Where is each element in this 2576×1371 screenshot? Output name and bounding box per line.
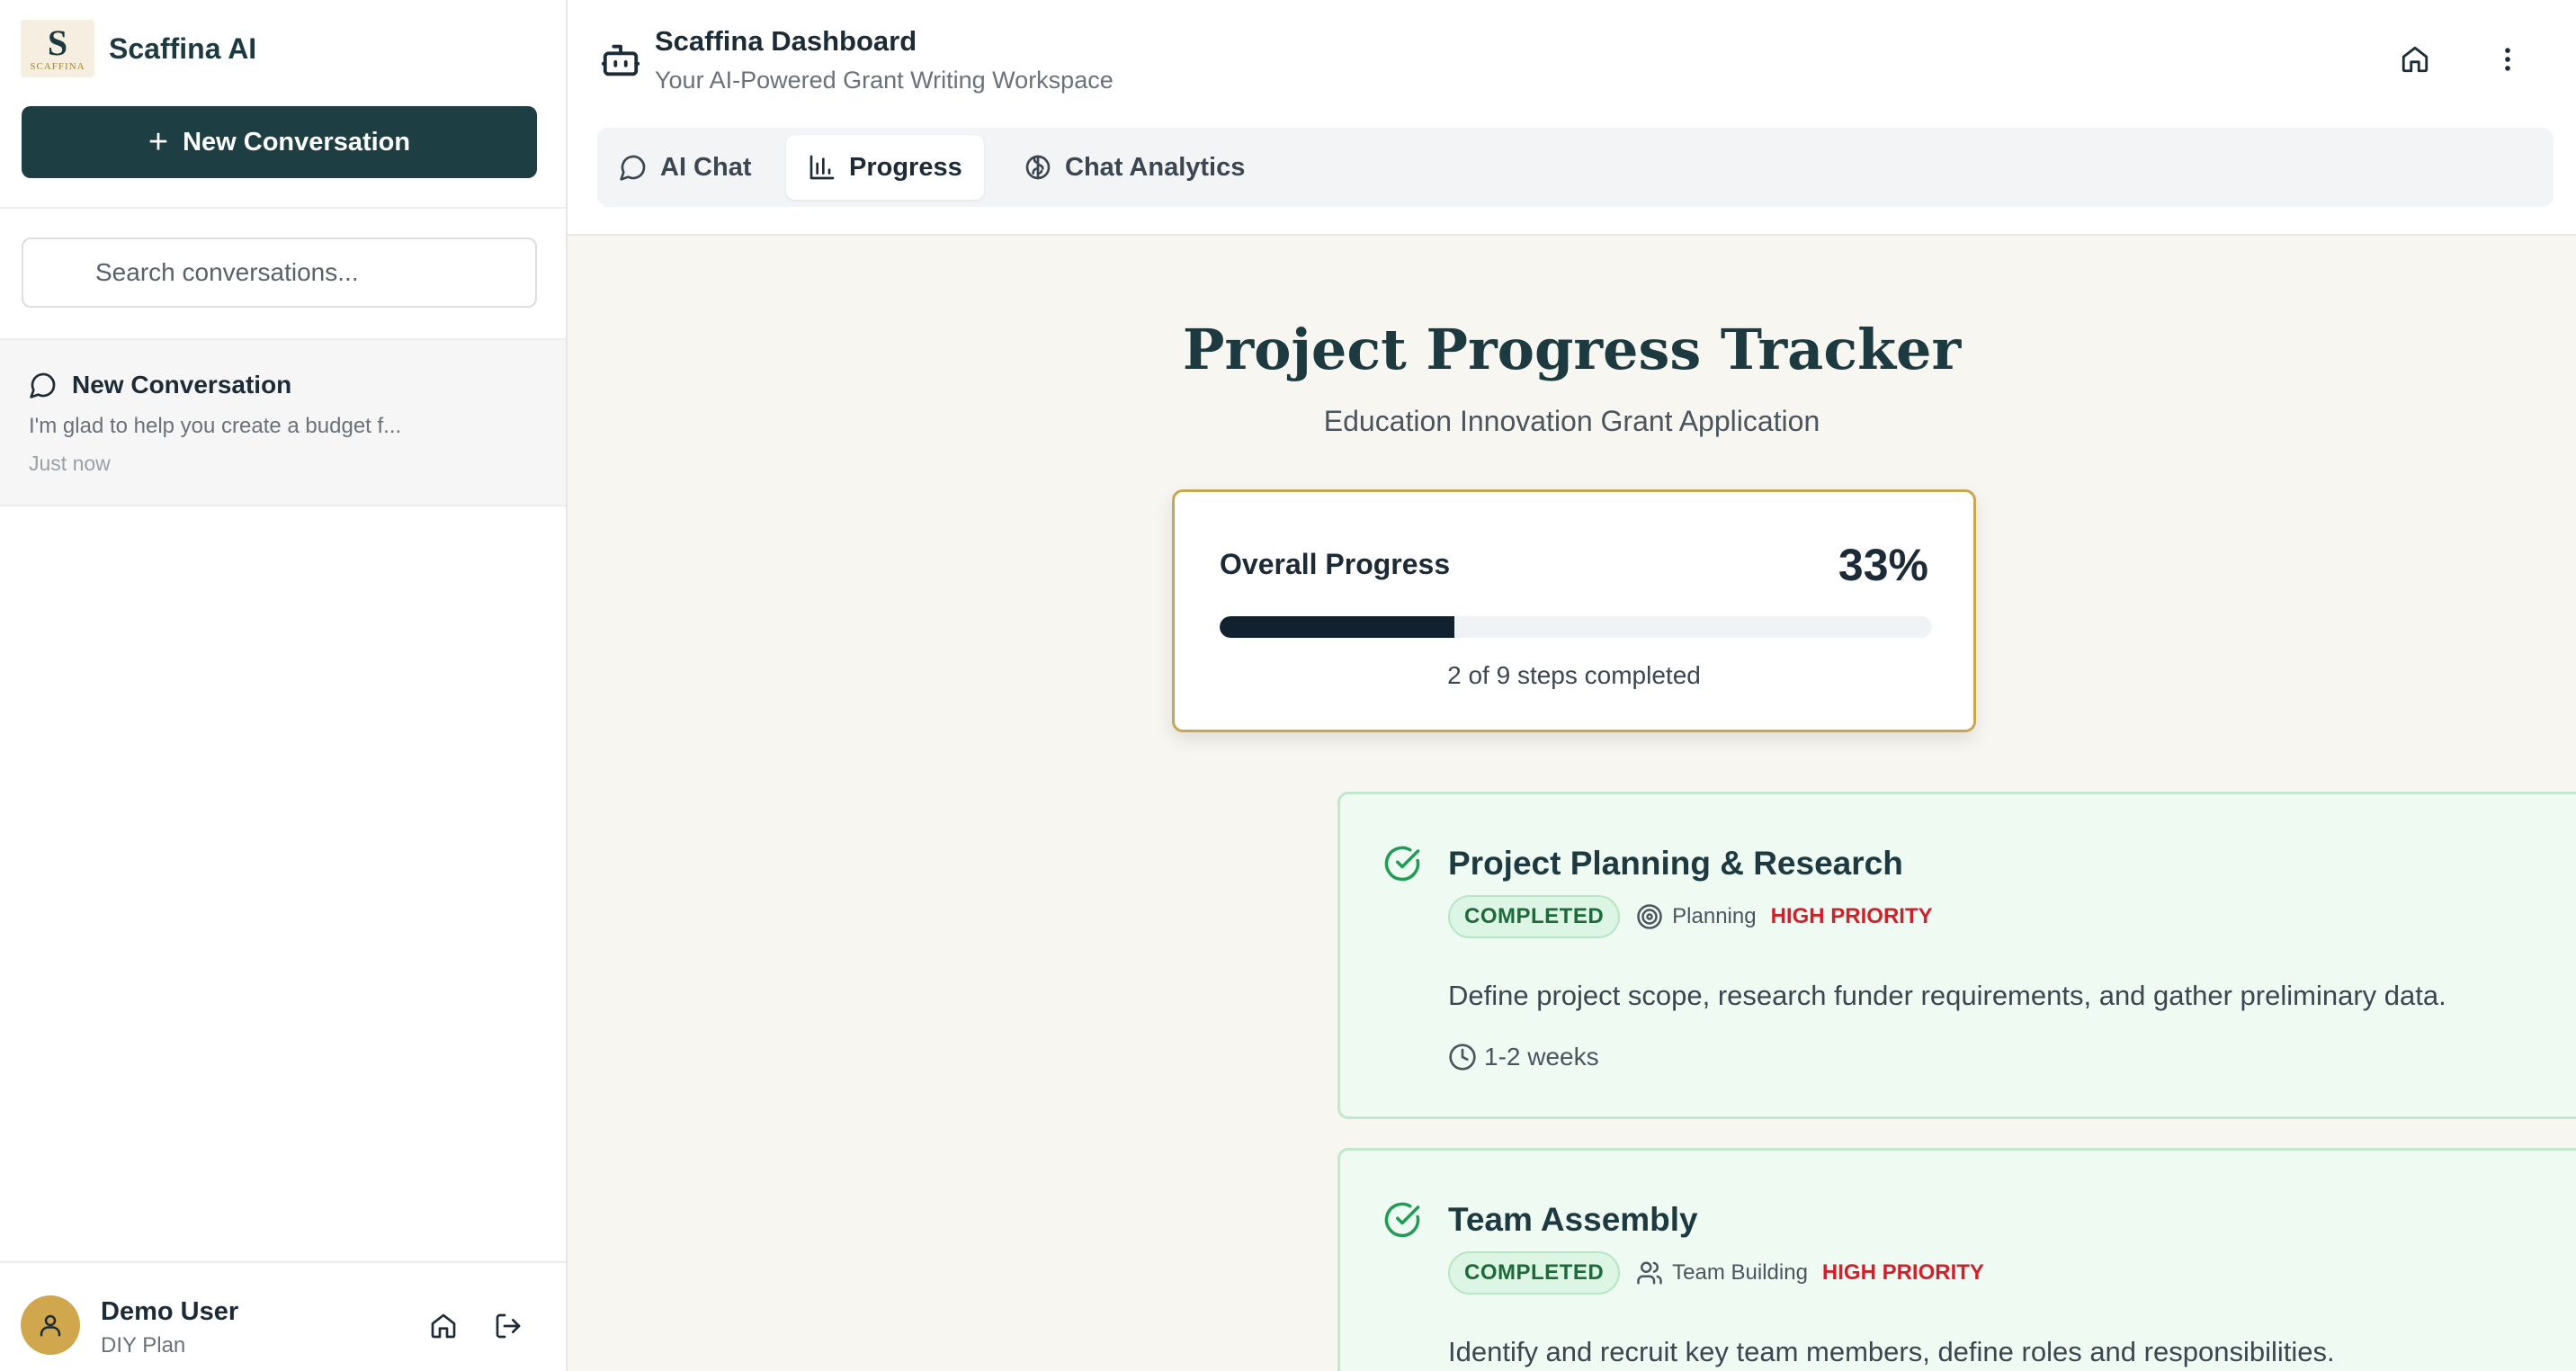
tab-bar: AI Chat Progress Chat Analytics [597, 128, 2554, 207]
tab-label: Progress [849, 152, 962, 182]
chat-bubble-icon [619, 153, 648, 182]
brand[interactable]: S SCAFFINA Scaffina AI [21, 20, 256, 77]
tab-label: AI Chat [660, 152, 752, 182]
progress-bar-track [1220, 616, 1932, 638]
user-icon [40, 1314, 61, 1337]
tab-ai-chat[interactable]: AI Chat [597, 135, 774, 200]
check-circle-icon [1384, 1202, 1420, 1238]
bot-icon [601, 44, 640, 76]
step-meta: COMPLETED Planning HIGH PRIORITY [1448, 895, 1933, 938]
page-subtitle: Education Innovation Grant Application [1323, 405, 1820, 437]
step-title: Project Planning & Research [1448, 845, 1903, 882]
home-icon[interactable] [2395, 40, 2435, 79]
page-title: Project Progress Tracker [1182, 317, 1962, 382]
new-conversation-label: New Conversation [183, 127, 411, 157]
chat-bubble-icon [29, 371, 58, 399]
status-badge: COMPLETED [1448, 1251, 1621, 1295]
conversation-time: Just now [29, 452, 111, 475]
main-area: Scaffina Dashboard Your AI-Powered Grant… [568, 0, 2576, 1371]
home-icon[interactable] [425, 1308, 461, 1344]
step-category-label: Team Building [1672, 1260, 1808, 1285]
status-badge: COMPLETED [1448, 895, 1621, 938]
dashboard-title: Scaffina Dashboard [655, 25, 917, 57]
sidebar-divider [0, 207, 566, 209]
avatar[interactable] [21, 1295, 80, 1355]
conversation-title: New Conversation [72, 371, 292, 399]
more-vertical-icon[interactable] [2488, 40, 2527, 79]
app-root: S SCAFFINA Scaffina AI + New Conversatio… [0, 0, 2576, 1371]
step-duration: 1-2 weeks [1448, 1043, 1599, 1071]
step-category-label: Planning [1672, 904, 1757, 928]
sidebar: S SCAFFINA Scaffina AI + New Conversatio… [0, 0, 568, 1371]
user-plan: DIY Plan [101, 1333, 186, 1358]
overall-progress-card: Overall Progress 33% 2 of 9 steps comple… [1172, 489, 1976, 732]
step-duration-label: 1-2 weeks [1484, 1043, 1599, 1071]
step-card[interactable]: Project Planning & Research COMPLETED Pl… [1337, 792, 2576, 1119]
progress-content: Project Progress Tracker Education Innov… [568, 237, 2576, 1371]
tab-label: Chat Analytics [1065, 152, 1246, 182]
step-title: Team Assembly [1448, 1201, 1698, 1238]
plus-icon: + [148, 123, 169, 161]
brain-icon [1024, 153, 1052, 182]
overall-progress-percent: 33% [1838, 540, 1928, 590]
sidebar-footer: Demo User DIY Plan [0, 1261, 566, 1371]
brand-logo-mark: S [47, 22, 68, 63]
step-category: Team Building [1636, 1259, 1808, 1286]
step-description: Identify and recruit key team members, d… [1448, 1336, 2335, 1367]
progress-bar-fill [1220, 616, 1455, 638]
priority-label: HIGH PRIORITY [1770, 904, 1933, 928]
tab-chat-analytics[interactable]: Chat Analytics [1002, 135, 1266, 200]
steps-completed-text: 2 of 9 steps completed [1447, 661, 1701, 689]
step-meta: COMPLETED Team Building HIGH PRIORITY [1448, 1251, 1984, 1295]
users-icon [1637, 1261, 1662, 1285]
new-conversation-button[interactable]: + New Conversation [22, 106, 537, 178]
step-card[interactable]: Team Assembly COMPLETED Team Building HI… [1337, 1148, 2576, 1371]
user-name: Demo User [101, 1297, 239, 1326]
tab-progress[interactable]: Progress [786, 135, 984, 200]
top-header: Scaffina Dashboard Your AI-Powered Grant… [568, 0, 2576, 236]
dashboard-subtitle: Your AI-Powered Grant Writing Workspace [655, 67, 1114, 94]
step-category: Planning [1636, 903, 1757, 930]
brand-logo: S SCAFFINA [21, 20, 94, 77]
logout-icon[interactable] [490, 1308, 526, 1344]
target-icon [1637, 904, 1662, 929]
priority-label: HIGH PRIORITY [1821, 1260, 1984, 1285]
bar-chart-icon [808, 153, 836, 182]
check-circle-icon [1384, 846, 1420, 882]
brand-logo-text: SCAFFINA [30, 61, 85, 72]
overall-progress-label: Overall Progress [1220, 548, 1451, 580]
conversation-item[interactable]: New Conversation I'm glad to help you cr… [0, 340, 566, 506]
conversation-title-row: New Conversation [29, 371, 537, 399]
conversation-preview: I'm glad to help you create a budget f..… [29, 414, 402, 438]
search-conversations-input[interactable] [22, 237, 537, 308]
step-description: Define project scope, research funder re… [1448, 980, 2446, 1011]
clock-icon [1449, 1044, 1476, 1071]
brand-name: Scaffina AI [109, 31, 257, 65]
